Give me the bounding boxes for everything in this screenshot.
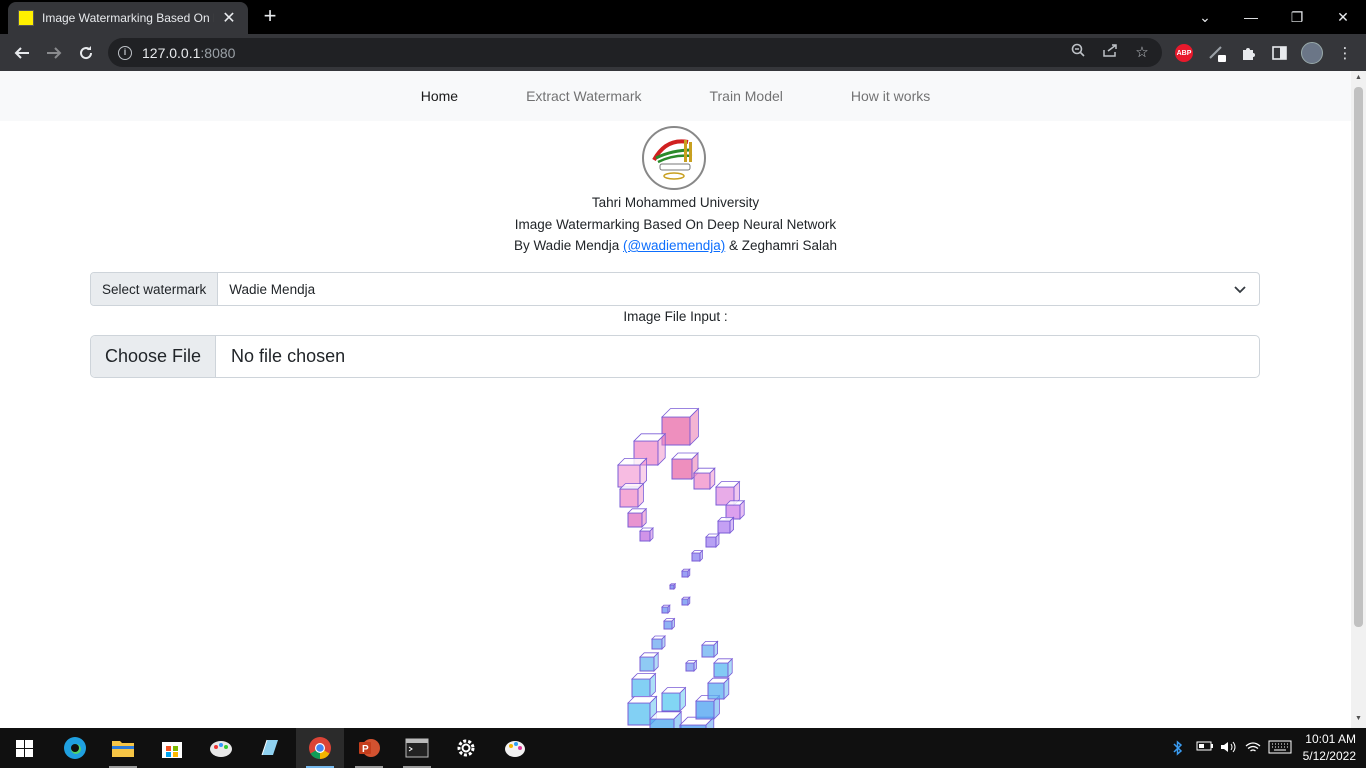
terminal-icon[interactable] — [393, 728, 441, 768]
helix-cube — [661, 604, 671, 614]
helix-cube — [619, 482, 645, 508]
powerpoint-icon[interactable]: P — [345, 728, 393, 768]
share-icon[interactable] — [1100, 43, 1120, 63]
helix-cube — [651, 635, 666, 650]
site-navbar: Home Extract Watermark Train Model How i… — [0, 71, 1351, 121]
watermark-select-value: Wadie Mendja — [229, 281, 316, 297]
choose-file-button[interactable]: Choose File — [91, 336, 217, 377]
paint3d-icon[interactable] — [491, 728, 539, 768]
helix-cube — [661, 407, 700, 446]
favicon-icon — [18, 10, 34, 26]
browser-tab[interactable]: Image Watermarking Based On D ✕ — [8, 2, 248, 34]
back-button[interactable] — [8, 39, 36, 67]
helix-cube — [725, 499, 746, 520]
tab-title: Image Watermarking Based On D — [42, 11, 214, 25]
watermark-select[interactable]: Wadie Mendja — [218, 273, 1259, 305]
wifi-icon[interactable] — [1245, 740, 1261, 757]
helix-cube — [631, 672, 657, 698]
zoom-icon[interactable] — [1068, 43, 1088, 63]
helix-cube — [693, 467, 716, 490]
clock-date: 5/12/2022 — [1302, 749, 1356, 763]
helix-cube — [691, 549, 704, 562]
tab-search-icon[interactable]: ⌄ — [1182, 0, 1228, 34]
helix-cube — [681, 568, 691, 578]
close-tab-icon[interactable]: ✕ — [220, 8, 238, 28]
helix-cube — [705, 533, 720, 548]
reload-button[interactable] — [72, 39, 100, 67]
helix-cube — [639, 527, 654, 542]
battery-icon[interactable] — [1196, 740, 1214, 755]
system-clock[interactable]: 10:01 AM 5/12/2022 — [1303, 731, 1356, 765]
helix-cube — [669, 582, 677, 590]
bluetooth-icon[interactable] — [1173, 740, 1183, 759]
minimize-button[interactable]: — — [1228, 0, 1274, 34]
helix-cube — [649, 710, 683, 728]
file-explorer-icon[interactable] — [99, 728, 147, 768]
side-panel-icon[interactable] — [1268, 42, 1290, 64]
dna-cubes-animation — [617, 407, 746, 728]
page-header: Tahri Mohammed University Image Watermar… — [0, 192, 1351, 257]
url-port: :8080 — [200, 44, 236, 61]
scrollbar-thumb[interactable] — [1354, 87, 1363, 627]
volume-icon[interactable] — [1220, 740, 1238, 757]
profile-avatar[interactable] — [1301, 42, 1323, 64]
address-bar[interactable]: i 127.0.0.1:8080 ☆ — [108, 38, 1162, 67]
web-page: Home Extract Watermark Train Model How i… — [0, 71, 1351, 728]
microsoft-store-icon[interactable] — [148, 728, 196, 768]
restore-button[interactable]: ❐ — [1274, 0, 1320, 34]
paint-app-icon[interactable] — [197, 728, 245, 768]
university-name: Tahri Mohammed University — [591, 195, 760, 210]
image-file-input-label: Image File Input : — [623, 309, 728, 324]
helix-cube — [707, 677, 730, 700]
watermark-select-group: Select watermark Wadie Mendja — [90, 272, 1260, 306]
adblock-plus-icon[interactable]: ABP — [1173, 42, 1195, 64]
project-title: Image Watermarking Based On Deep Neural … — [514, 216, 837, 232]
menu-kebab-icon[interactable]: ⋮ — [1334, 42, 1356, 64]
nav-extract-watermark[interactable]: Extract Watermark — [492, 88, 675, 104]
helix-cube — [617, 457, 648, 488]
chrome-browser-icon[interactable] — [296, 728, 344, 768]
forward-button[interactable] — [40, 39, 68, 67]
file-status: No file chosen — [231, 346, 346, 366]
bookmark-star-icon[interactable]: ☆ — [1132, 43, 1152, 63]
authors-line: By Wadie Mendja (@wadiemendja) & Zeghamr… — [513, 238, 838, 253]
browser-toolbar: i 127.0.0.1:8080 ☆ ABP ⋮ — [0, 34, 1366, 71]
helix-cube — [681, 596, 691, 606]
snipping-tool-icon[interactable] — [246, 728, 294, 768]
author-handle-link[interactable]: (@wadiemendja) — [623, 238, 725, 253]
extension-pen-icon[interactable] — [1206, 42, 1228, 64]
helix-cube — [639, 651, 660, 672]
select-watermark-label: Select watermark — [91, 273, 219, 305]
nav-how-it-works[interactable]: How it works — [817, 88, 964, 104]
page-scrollbar[interactable]: ▲ ▼ — [1351, 71, 1366, 728]
helix-cube — [661, 686, 687, 712]
site-info-icon[interactable]: i — [118, 45, 132, 60]
new-tab-button[interactable]: + — [258, 5, 282, 29]
settings-gear-icon[interactable] — [442, 728, 490, 768]
nav-train-model[interactable]: Train Model — [675, 88, 816, 104]
nav-home[interactable]: Home — [387, 88, 492, 104]
browser-titlebar: Image Watermarking Based On D ✕ + ⌄ — ❐ … — [0, 0, 1366, 34]
close-window-button[interactable]: ✕ — [1320, 0, 1366, 34]
extensions-puzzle-icon[interactable] — [1237, 42, 1259, 64]
windows-taskbar: P 10:01 AM 5/12/2022 — [0, 728, 1366, 768]
keyboard-icon[interactable] — [1268, 740, 1292, 757]
university-logo — [642, 126, 706, 190]
helix-cube — [713, 657, 734, 678]
edge-browser-icon[interactable] — [51, 728, 99, 768]
start-windows-icon[interactable] — [0, 728, 48, 768]
helix-cube — [717, 516, 735, 534]
svg-text:P: P — [362, 744, 369, 755]
helix-cube — [627, 507, 648, 528]
clock-time: 10:01 AM — [1305, 732, 1356, 746]
helix-cube — [701, 640, 719, 658]
image-file-input[interactable]: Choose File No file chosen — [90, 335, 1260, 378]
url-host: 127.0.0.1 — [142, 44, 201, 61]
helix-cube — [663, 617, 676, 630]
helix-cube — [685, 659, 698, 672]
chevron-down-icon — [1234, 286, 1246, 294]
